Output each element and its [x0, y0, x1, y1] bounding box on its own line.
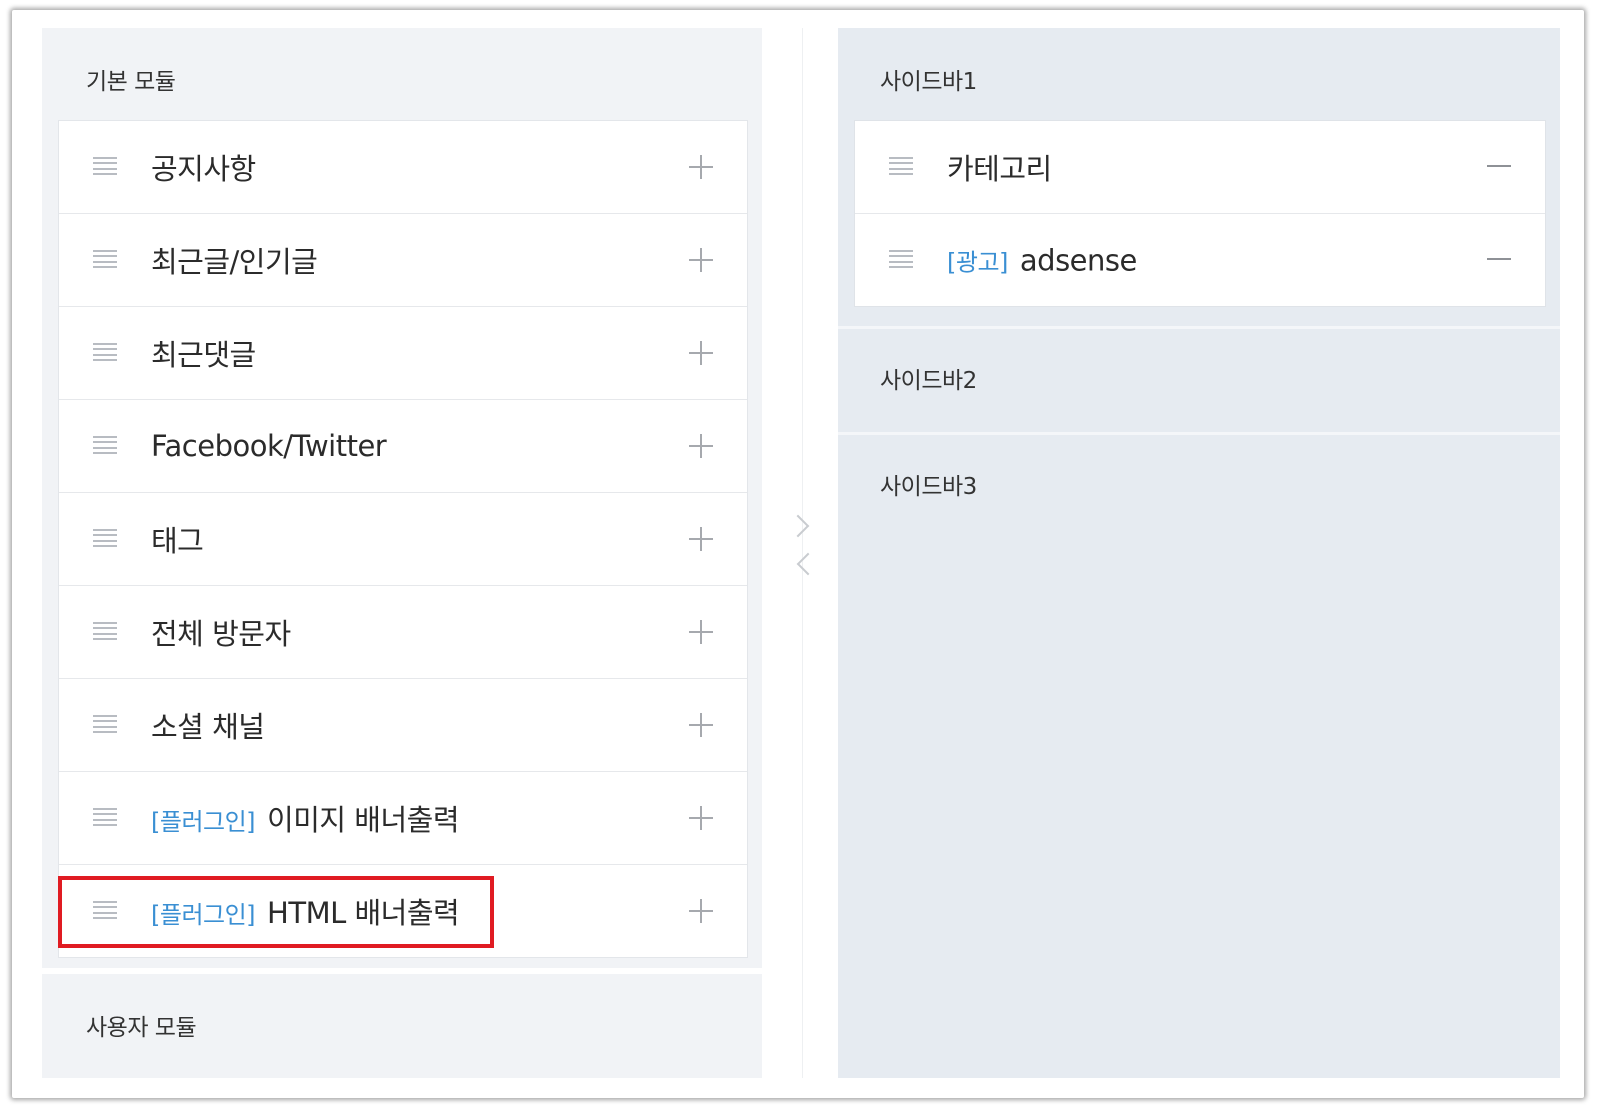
plus-icon[interactable] — [689, 713, 713, 737]
plugin-tag: [플러그인] — [151, 808, 256, 836]
module-item-label: 최근댓글 — [151, 338, 256, 372]
minus-icon[interactable] — [1487, 165, 1511, 167]
sidebar-item-label: 카테고리 — [947, 152, 1052, 186]
drag-handle-icon[interactable] — [93, 250, 117, 268]
plus-icon[interactable] — [689, 620, 713, 644]
sidebar-item-adsense[interactable]: [광고] adsense — [855, 214, 1545, 306]
user-module-title: 사용자 모듈 — [86, 1015, 197, 1041]
basic-module-list: 공지사항 최근글/인기글 최근댓글 Facebook/Twitter 태그 전체… — [58, 120, 748, 958]
drag-handle-icon[interactable] — [889, 250, 913, 268]
plus-icon[interactable] — [689, 248, 713, 272]
module-item-label: 공지사항 — [151, 152, 256, 186]
highlight-box — [58, 876, 494, 948]
plus-icon[interactable] — [689, 806, 713, 830]
plus-icon[interactable] — [689, 155, 713, 179]
drag-handle-icon[interactable] — [93, 343, 117, 361]
minus-icon[interactable] — [1487, 258, 1511, 260]
sidebar-3[interactable]: 사이드바3 — [838, 432, 1560, 1081]
module-item-label: Facebook/Twitter — [151, 429, 387, 463]
sidebar-panel: 사이드바1 카테고리 [광고] adsense 사이드바2 사이드바3 — [838, 28, 1560, 1078]
sidebar-1-title: 사이드바1 — [880, 69, 977, 95]
user-module-panel[interactable]: 사용자 모듈 — [42, 974, 762, 1078]
sidebar-2-title: 사이드바2 — [880, 368, 977, 394]
module-item-facebook-twitter[interactable]: Facebook/Twitter — [59, 400, 747, 493]
sidebar-2[interactable]: 사이드바2 — [838, 326, 1560, 431]
sidebar-item-category[interactable]: 카테고리 — [855, 121, 1545, 214]
module-item-recent-posts[interactable]: 최근글/인기글 — [59, 214, 747, 307]
column-divider — [802, 28, 803, 1078]
module-item-tags[interactable]: 태그 — [59, 493, 747, 586]
plus-icon[interactable] — [689, 434, 713, 458]
module-item-label: 전체 방문자 — [151, 617, 291, 651]
drag-handle-icon[interactable] — [93, 157, 117, 175]
sidebar-1[interactable]: 사이드바1 카테고리 [광고] adsense — [838, 28, 1560, 322]
plus-icon[interactable] — [689, 899, 713, 923]
plus-icon[interactable] — [689, 341, 713, 365]
ad-tag: [광고] — [947, 248, 1008, 277]
drag-handle-icon[interactable] — [93, 529, 117, 547]
module-item-visitors[interactable]: 전체 방문자 — [59, 586, 747, 679]
drag-handle-icon[interactable] — [93, 715, 117, 733]
drag-handle-icon[interactable] — [93, 622, 117, 640]
module-item-label: 소셜 채널 — [151, 710, 265, 744]
sidebar-3-title: 사이드바3 — [880, 474, 977, 500]
sidebar-1-list: 카테고리 [광고] adsense — [854, 120, 1546, 307]
module-item-social-channels[interactable]: 소셜 채널 — [59, 679, 747, 772]
drag-handle-icon[interactable] — [93, 436, 117, 454]
module-item-label: 태그 — [151, 524, 204, 558]
drag-handle-icon[interactable] — [889, 157, 913, 175]
drag-handle-icon[interactable] — [93, 808, 117, 826]
basic-module-title: 기본 모듈 — [86, 69, 176, 95]
module-item-label: 최근글/인기글 — [151, 245, 318, 279]
module-item-label: [플러그인] 이미지 배너출력 — [151, 803, 460, 837]
module-item-recent-comments[interactable]: 최근댓글 — [59, 307, 747, 400]
basic-module-panel: 기본 모듈 공지사항 최근글/인기글 최근댓글 Facebook/Twitter… — [42, 28, 762, 968]
plus-icon[interactable] — [689, 527, 713, 551]
module-item-notice[interactable]: 공지사항 — [59, 121, 747, 214]
sidebar-item-label: [광고] adsense — [947, 243, 1137, 278]
module-item-image-banner[interactable]: [플러그인] 이미지 배너출력 — [59, 772, 747, 865]
